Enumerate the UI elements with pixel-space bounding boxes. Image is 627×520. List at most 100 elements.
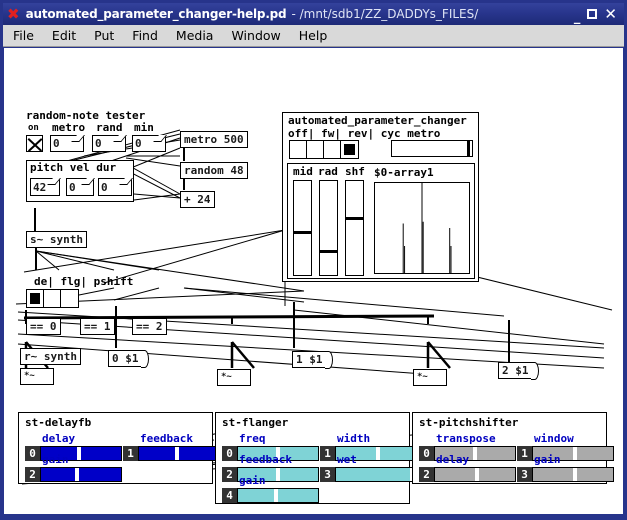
menu-item-edit[interactable]: Edit	[50, 27, 78, 44]
patch-canvas[interactable]: random-note tester on metro rand min 0 0…	[4, 48, 623, 514]
maximize-button[interactable]	[587, 9, 598, 19]
fx-box-st-flanger[interactable]: st-flanger 0 freq 1 width 2 feedback 3 w…	[215, 412, 417, 504]
sel-equals-0-object[interactable]: == 0	[26, 318, 61, 335]
tester-label-metro: metro	[52, 121, 86, 134]
apc-radio-cell-fw[interactable]	[307, 141, 324, 158]
mult-object-flanger[interactable]: *~	[217, 369, 251, 386]
apc-metro-hslider[interactable]	[391, 140, 473, 157]
fx-slider-gain-handle[interactable]	[75, 468, 79, 481]
fx-label-delay: delay	[436, 453, 470, 466]
fx-slider-delay-handle[interactable]	[474, 468, 479, 481]
tester-rand-number[interactable]: 0	[92, 135, 126, 152]
close-button[interactable]: ✕	[604, 6, 617, 22]
route-msg-2[interactable]: 2 $1	[498, 361, 538, 380]
fx-slider-gain[interactable]	[237, 488, 319, 503]
fx-control-feedback[interactable]: 2 feedback	[222, 454, 319, 482]
fx-index-1: 1	[123, 446, 138, 461]
sel-equals-1-object[interactable]: == 1	[80, 318, 115, 335]
apc-inner-frame: mid rad shf $0-array1	[287, 163, 475, 279]
send-synth-object[interactable]: s~ synth	[26, 231, 87, 248]
apc-hslider-handle[interactable]	[466, 141, 470, 156]
fx-slider-width-handle[interactable]	[375, 447, 380, 460]
router-radio-cell-de[interactable]	[27, 290, 44, 307]
menu-item-find[interactable]: Find	[130, 27, 160, 44]
fx-control-gain[interactable]: 4 gain	[222, 475, 319, 503]
menu-item-media[interactable]: Media	[174, 27, 216, 44]
pitch-number[interactable]: 42	[30, 178, 60, 196]
fx-box-st-delayfb[interactable]: st-delayfb 0 delay 1 feedback 2 gain	[18, 412, 220, 484]
fx-control-gain[interactable]: 3 gain	[517, 454, 614, 482]
fx-control-window[interactable]: 1 window	[517, 433, 614, 461]
router-label: de| flg| pshift	[34, 275, 134, 288]
fx-slider-gain-handle[interactable]	[572, 468, 577, 481]
route-msg-0[interactable]: 0 $1	[108, 349, 148, 368]
router-radio-cell-flg[interactable]	[44, 290, 61, 307]
tester-label-on: on	[28, 123, 39, 133]
mult-object-delay[interactable]: *~	[20, 368, 54, 385]
route-msg-1[interactable]: 1 $1	[292, 350, 332, 369]
apc-vslider-mid[interactable]	[293, 180, 312, 276]
apc-vslider-rad-handle[interactable]	[320, 249, 337, 253]
velocity-number[interactable]: 0	[66, 178, 94, 196]
fx-control-wet[interactable]: 3 wet	[320, 454, 417, 482]
apc-radio-cell-off[interactable]	[290, 141, 307, 158]
menu-item-window[interactable]: Window	[229, 27, 282, 44]
fx-control-feedback[interactable]: 1 feedback	[123, 433, 220, 461]
pitch-vel-dur-label: pitch vel dur	[30, 161, 117, 174]
apc-radio-cell-rev[interactable]	[324, 141, 341, 158]
router-radio-cell-pshift[interactable]	[61, 290, 78, 307]
fx-box-st-pitchshifter[interactable]: st-pitchshifter 0 transpose 1 window 2 d…	[412, 412, 614, 484]
window-title: automated_parameter_changer-help.pd	[25, 7, 287, 21]
apc-array-graph[interactable]	[374, 182, 470, 274]
fx-slider-window-handle[interactable]	[572, 447, 577, 460]
menu-item-help[interactable]: Help	[297, 27, 330, 44]
receive-synth-object[interactable]: r~ synth	[20, 348, 81, 365]
fx-index-3: 3	[517, 467, 532, 482]
fx-slider-feedback-handle[interactable]	[276, 468, 280, 481]
fx-label-delay: delay	[42, 432, 76, 445]
fx-label-window: window	[534, 432, 574, 445]
metro-object[interactable]: metro 500	[180, 131, 248, 148]
apc-slider-label-rad: rad	[318, 165, 338, 178]
tester-on-toggle[interactable]	[26, 135, 43, 152]
fx-slider-delay-handle[interactable]	[77, 447, 82, 460]
fx-slider-gain-handle[interactable]	[273, 489, 278, 502]
apc-vslider-rad[interactable]	[319, 180, 338, 276]
window-path: - /mnt/sdb1/ZZ_DADDYs_FILES/	[291, 7, 479, 21]
fx-slider-transpose-handle[interactable]	[473, 447, 477, 460]
apc-mode-radio[interactable]	[289, 140, 359, 159]
fx-slider-gain[interactable]	[40, 467, 122, 482]
fx-slider-delay[interactable]	[434, 467, 516, 482]
pd-x-icon: ✖	[7, 4, 20, 23]
minimize-button[interactable]: _	[574, 11, 581, 24]
fx-control-width[interactable]: 1 width	[320, 433, 417, 461]
sel-equals-2-object[interactable]: == 2	[132, 318, 167, 335]
tester-min-number[interactable]: 0	[132, 135, 166, 152]
tester-metro-number[interactable]: 0	[50, 135, 84, 152]
fx-control-delay[interactable]: 2 delay	[419, 454, 516, 482]
tester-title: random-note tester	[26, 109, 146, 122]
apc-vslider-shf[interactable]	[345, 180, 364, 276]
menu-item-file[interactable]: File	[11, 27, 36, 44]
title-bar[interactable]: ✖ automated_parameter_changer-help.pd - …	[3, 3, 624, 25]
apc-vslider-mid-handle[interactable]	[294, 230, 311, 234]
menu-item-put[interactable]: Put	[92, 27, 116, 44]
router-radio[interactable]	[26, 289, 79, 308]
fx-control-gain[interactable]: 2 gain	[25, 454, 122, 482]
fx-index-1: 1	[320, 446, 335, 461]
apc-radio-cell-cyc[interactable]	[341, 141, 358, 158]
fx-slider-gain[interactable]	[532, 467, 614, 482]
apc-vslider-shf-handle[interactable]	[346, 216, 363, 220]
fx-slider-feedback-handle[interactable]	[175, 447, 180, 460]
add-object[interactable]: + 24	[180, 191, 215, 208]
duration-number[interactable]: 0	[98, 178, 132, 196]
fx-slider-wet[interactable]	[335, 467, 417, 482]
tester-label-rand: rand	[96, 121, 123, 134]
fx-control-delay[interactable]: 0 delay	[25, 433, 122, 461]
fx-label-width: width	[337, 432, 371, 445]
mult-object-pitchshifter[interactable]: *~	[413, 369, 447, 386]
fx-slider-feedback[interactable]	[138, 446, 220, 461]
apc-subpatch[interactable]: automated_parameter_changer off| fw| rev…	[282, 112, 479, 282]
random-object[interactable]: random 48	[180, 162, 248, 179]
apc-mode-label: off| fw| rev| cyc metro	[288, 127, 441, 140]
